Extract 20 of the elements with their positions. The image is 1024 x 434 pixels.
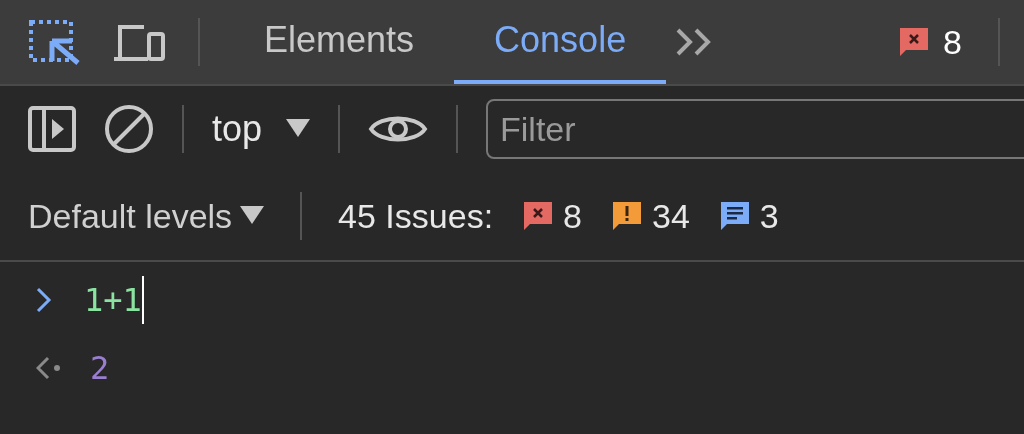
clear-console-icon[interactable] <box>104 104 154 154</box>
warning-icon <box>610 199 644 233</box>
caret-icon <box>240 206 265 226</box>
tab[interactable]: Console <box>454 0 667 84</box>
levels-dropdown[interactable]: Default levels <box>28 190 265 242</box>
inspect-icon[interactable] <box>28 19 80 65</box>
caret-icon <box>286 119 311 139</box>
tab[interactable]: Elements <box>224 0 455 84</box>
filter-field[interactable]: Filter <box>486 99 1024 159</box>
prompt-icon <box>36 287 52 313</box>
sidebar-toggle-icon[interactable] <box>28 106 76 152</box>
console-input[interactable]: 1+1 <box>84 276 144 324</box>
error-count: 8 <box>943 21 962 63</box>
issue-count: 34 <box>652 195 690 237</box>
issue-count: 8 <box>563 195 582 237</box>
result-arrow-icon <box>36 355 62 381</box>
issue-count: 3 <box>759 195 779 237</box>
context-dropdown[interactable]: top <box>212 102 311 156</box>
issues-label: 45 Issues: <box>338 195 494 237</box>
console-result: 2 <box>90 348 110 389</box>
